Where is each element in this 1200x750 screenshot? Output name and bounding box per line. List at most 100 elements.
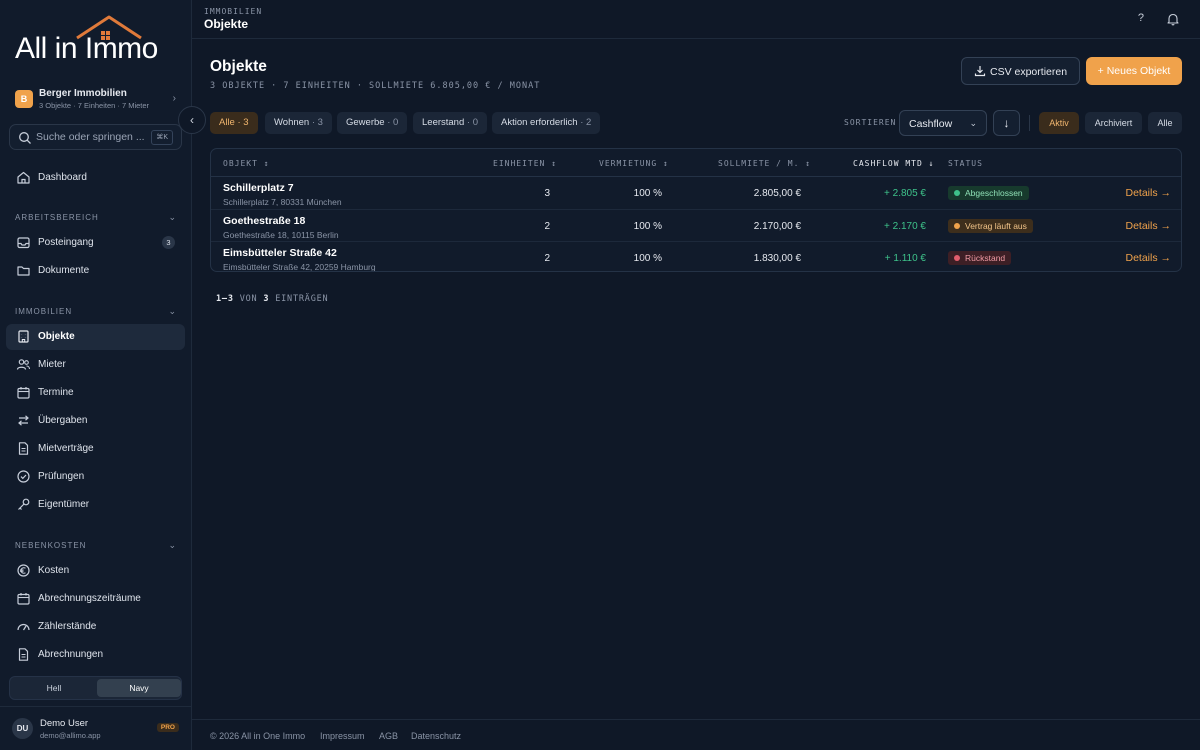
object-name[interactable]: Goethestraße 18 <box>223 215 305 227</box>
cell-vermietung: 100 % <box>633 188 662 199</box>
cell-vermietung: 100 % <box>633 253 662 264</box>
theme-toggle: Hell Navy <box>9 676 182 700</box>
filter-chip-alle[interactable]: Alle · 3 <box>210 112 258 134</box>
sidebar-item-label: Mieter <box>38 359 66 370</box>
user-menu[interactable]: DU Demo User demo@allimo.app PRO <box>0 706 192 750</box>
sidebar-item-kosten[interactable]: Kosten <box>6 558 185 584</box>
filter-chip-wohnen[interactable]: Wohnen · 3 <box>265 112 332 134</box>
sidebar-item-posteingang[interactable]: Posteingang 3 <box>6 230 185 256</box>
sidebar-item-mieter[interactable]: Mieter <box>6 352 185 378</box>
filter-chip-gewerbe[interactable]: Gewerbe · 0 <box>337 112 408 134</box>
status-tab-aktiv[interactable]: Aktiv <box>1039 112 1079 134</box>
status-dot <box>954 223 960 229</box>
object-address: Eimsbütteler Straße 42, 20259 Hamburg <box>223 262 376 272</box>
csv-export-button[interactable]: CSV exportieren <box>961 57 1080 85</box>
status-tab-archiviert[interactable]: Archiviert <box>1085 112 1142 134</box>
sort-direction-button[interactable]: ↓ <box>993 110 1020 136</box>
pagination-von: VON <box>239 294 258 304</box>
user-name: Demo User <box>40 718 89 729</box>
sidebar: All in Immo B Berger Immobilien 3 Objekt… <box>0 0 192 750</box>
sidebar-item-abrechnungszeitraeume[interactable]: Abrechnungszeiträume <box>6 586 185 612</box>
sidebar-item-zaehlerstaende[interactable]: Zählerstände <box>6 614 185 640</box>
sidebar-item-dokumente[interactable]: Dokumente <box>6 258 185 284</box>
section-header-immobilien[interactable]: IMMOBILIEN ⌄ <box>15 306 177 316</box>
sidebar-item-objekte[interactable]: Objekte <box>6 324 185 350</box>
sort-icon: ↕ <box>805 159 812 168</box>
theme-option-hell[interactable]: Hell <box>12 679 96 697</box>
page-summary: 3 OBJEKTE · 7 EINHEITEN · SOLLMIETE 6.80… <box>210 81 541 91</box>
org-summary: 3 Objekte · 7 Einheiten · 7 Mieter <box>39 101 150 110</box>
chevron-right-icon: › <box>172 93 176 104</box>
status-badge: Rückstand <box>948 251 1012 265</box>
table-row[interactable]: Goethestraße 18 Goethestraße 18, 10115 B… <box>211 209 1181 241</box>
column-header-objekt[interactable]: OBJEKT ↕ <box>223 159 270 168</box>
folder-icon <box>17 266 30 276</box>
bell-icon[interactable] <box>1166 12 1180 26</box>
footer-copyright: © 2026 All in One Immo <box>210 731 306 741</box>
footer-link-agb[interactable]: AGB <box>379 731 398 741</box>
org-name: Berger Immobilien <box>39 88 127 99</box>
sort-icon: ↕ <box>551 159 558 168</box>
document-icon <box>18 648 29 661</box>
section-header-nebenkosten[interactable]: NEBENKOSTEN ⌄ <box>15 540 177 550</box>
filter-chip-leerstand[interactable]: Leerstand · 0 <box>413 112 488 134</box>
section-title: IMMOBILIEN <box>15 307 73 316</box>
theme-option-navy[interactable]: Navy <box>97 679 181 697</box>
brand-logo[interactable]: All in Immo <box>15 14 180 66</box>
cell-vermietung: 100 % <box>633 221 662 232</box>
column-header-cashflow[interactable]: CASHFLOW MTD ↓ <box>853 159 934 168</box>
cell-einheiten: 2 <box>544 253 550 264</box>
column-header-sollmiete[interactable]: SOLLMIETE / M. ↕ <box>718 159 811 168</box>
new-object-button[interactable]: + Neues Objekt <box>1086 57 1182 85</box>
footer-link-impressum[interactable]: Impressum <box>320 731 365 741</box>
filter-label: Aktion erforderlich <box>501 117 578 128</box>
details-link[interactable]: Details → <box>1125 252 1171 264</box>
column-header-einheiten[interactable]: EINHEITEN ↕ <box>493 159 557 168</box>
users-icon <box>16 359 31 370</box>
cell-einheiten: 3 <box>544 188 550 199</box>
object-name[interactable]: Schillerplatz 7 <box>223 182 294 194</box>
section-header-arbeitsbereich[interactable]: ARBEITSBEREICH ⌄ <box>15 212 177 222</box>
table-row[interactable]: Eimsbütteler Straße 42 Eimsbütteler Stra… <box>211 241 1181 272</box>
sidebar-item-termine[interactable]: Termine <box>6 380 185 406</box>
table-row[interactable]: Schillerplatz 7 Schillerplatz 7, 80331 M… <box>211 177 1181 209</box>
help-icon[interactable]: ? <box>1138 12 1144 24</box>
pagination-total: 3 <box>263 294 270 304</box>
topbar: IMMOBILIEN Objekte ? <box>192 0 1200 39</box>
search-input[interactable] <box>36 129 146 145</box>
filter-count: 0 <box>472 117 479 128</box>
object-name[interactable]: Eimsbütteler Straße 42 <box>223 247 337 259</box>
check-circle-icon <box>17 470 30 483</box>
sort-icon: ↕ <box>663 159 669 168</box>
header-label: VERMIETUNG <box>599 159 658 168</box>
sidebar-item-label: Termine <box>38 387 74 398</box>
search-box[interactable]: ⌘K <box>9 124 182 150</box>
sidebar-item-mietvertraege[interactable]: Mietverträge <box>6 436 185 462</box>
sidebar-item-uebergaben[interactable]: Übergaben <box>6 408 185 434</box>
column-header-vermietung[interactable]: VERMIETUNG ↕ <box>599 159 669 168</box>
sort-value: Cashflow <box>909 118 953 130</box>
footer: © 2026 All in One Immo Impressum AGB Dat… <box>192 719 1200 750</box>
breadcrumb[interactable]: IMMOBILIEN <box>204 7 262 16</box>
footer-link-datenschutz[interactable]: Datenschutz <box>411 731 461 741</box>
org-switcher[interactable]: B Berger Immobilien 3 Objekte · 7 Einhei… <box>10 84 182 114</box>
sidebar-item-pruefungen[interactable]: Prüfungen <box>6 464 185 490</box>
sidebar-item-dashboard[interactable]: Dashboard <box>6 165 185 191</box>
chevron-down-icon: ⌄ <box>168 212 177 222</box>
details-link[interactable]: Details → <box>1125 220 1171 232</box>
filter-count: 0 <box>393 117 399 128</box>
status-tab-alle[interactable]: Alle <box>1148 112 1182 134</box>
sidebar-item-abrechnungen[interactable]: Abrechnungen <box>6 642 185 668</box>
sidebar-item-eigentuemer[interactable]: Eigentümer <box>6 492 185 518</box>
cell-einheiten: 2 <box>544 221 550 232</box>
sidebar-collapse-button[interactable]: ‹ <box>178 106 206 134</box>
status-dot <box>954 255 960 261</box>
search-shortcut: ⌘K <box>151 130 173 145</box>
details-link[interactable]: Details → <box>1125 187 1171 199</box>
sort-select[interactable]: Cashflow ⌄ <box>899 110 987 136</box>
sidebar-item-label: Posteingang <box>38 237 94 248</box>
filter-label: Leerstand <box>422 117 465 128</box>
filter-chip-aktion-erforderlich[interactable]: Aktion erforderlich · 2 <box>492 112 601 134</box>
divider <box>1029 115 1030 131</box>
column-header-status[interactable]: STATUS <box>948 159 983 168</box>
